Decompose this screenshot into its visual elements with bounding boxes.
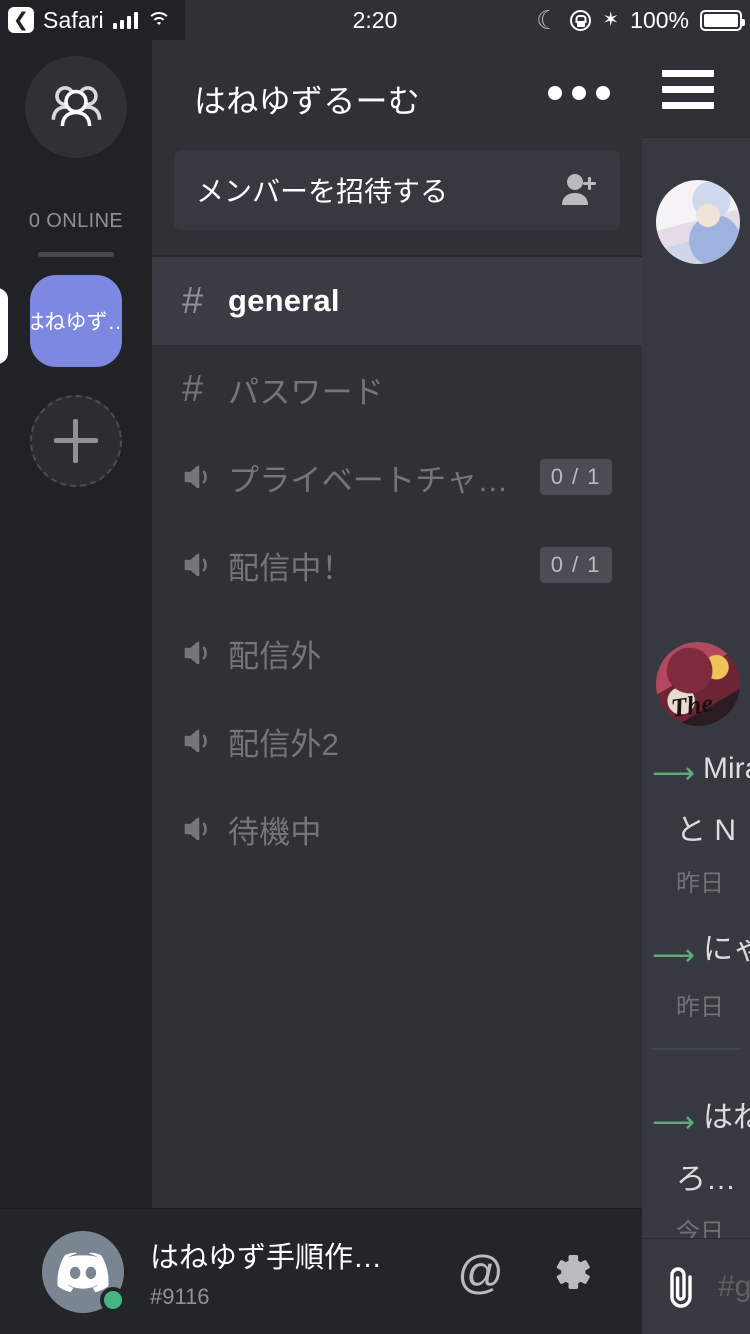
avatar[interactable] — [42, 1230, 126, 1313]
user-bar: はねゆず手順作… #9116 @ — [0, 1208, 642, 1334]
chat-top-bar — [642, 40, 750, 138]
add-server-button[interactable] — [30, 395, 122, 487]
channel-name: プライベートチャ… — [228, 462, 509, 498]
discord-mobile-screen: ❮ Safari 2:20 ☾ ✶ 100% 0 ONLINE はねゆず はねゆ… — [0, 0, 750, 1334]
bluetooth-icon: ✶ — [602, 9, 620, 31]
chat-panel-peek: ⟶Mira と N 昨日 ⟶にゃ 昨日 ⟶はね ろ… 今日 #g — [642, 40, 750, 1334]
invite-members-button[interactable]: メンバーを招待する — [174, 150, 620, 230]
ios-status-bar: ❮ Safari 2:20 ☾ ✶ 100% — [0, 0, 750, 40]
join-arrow-icon: ⟶ — [652, 938, 696, 972]
avatar[interactable] — [656, 642, 740, 726]
channel-row-password[interactable]: # パスワード — [152, 345, 642, 433]
message-timestamp: 昨日 — [676, 993, 724, 1021]
message-timestamp: 昨日 — [676, 870, 724, 898]
status-badge — [100, 1286, 126, 1313]
message-list[interactable]: ⟶Mira と N 昨日 ⟶にゃ 昨日 ⟶はね ろ… 今日 — [642, 138, 750, 1246]
server-header: はねゆずるーむ — [152, 40, 642, 150]
channel-row-offstream[interactable]: 配信外 — [152, 609, 642, 697]
online-count-label: 0 ONLINE — [28, 210, 124, 232]
channel-row-standby[interactable]: 待機中 — [152, 785, 642, 873]
user-discriminator: #9116 — [150, 1283, 210, 1309]
rail-divider — [38, 252, 114, 257]
at-mention-icon[interactable]: @ — [457, 1249, 504, 1295]
join-arrow-icon: ⟶ — [652, 1105, 696, 1139]
status-right-cluster: ☾ ✶ 100% — [536, 0, 745, 40]
channel-name: 配信外2 — [228, 726, 340, 762]
message-text: にゃ — [703, 933, 750, 967]
channel-row-streaming[interactable]: 配信中！ 0 / 1 — [152, 521, 642, 609]
list-item: ⟶Mira — [642, 752, 750, 791]
gear-icon[interactable] — [548, 1249, 594, 1295]
speaker-icon — [182, 726, 228, 756]
hash-icon: # — [182, 280, 204, 322]
username: はねゆず手順作… — [150, 1241, 383, 1274]
hamburger-menu-icon[interactable] — [662, 70, 714, 118]
selected-server-indicator — [0, 288, 8, 364]
list-item: ⟶ にゃ — [642, 924, 750, 972]
message-input-bar[interactable]: #g — [642, 1238, 750, 1334]
battery-full-icon — [700, 9, 745, 31]
battery-percent-label: 100% — [630, 6, 689, 33]
channel-name: general — [228, 283, 340, 318]
channel-name: 待機中 — [228, 814, 322, 850]
hash-icon: # — [182, 368, 204, 410]
user-info[interactable]: はねゆず手順作… #9116 — [150, 1234, 457, 1310]
speaker-icon — [182, 814, 228, 844]
server-icon-label: はねゆず… — [30, 311, 122, 334]
speaker-icon — [182, 550, 228, 580]
message-text-cont: ろ… — [676, 1162, 736, 1196]
channel-name: 配信中！ — [228, 550, 353, 586]
message-text: Mira — [703, 752, 750, 785]
voice-capacity-badge: 0 / 1 — [539, 547, 612, 583]
speaker-icon — [182, 462, 228, 492]
join-arrow-icon: ⟶ — [652, 757, 696, 791]
channel-row-private-chat[interactable]: プライベートチャ… 0 / 1 — [152, 433, 642, 521]
server-rail: 0 ONLINE はねゆず… — [0, 40, 152, 1334]
plus-icon — [54, 419, 98, 463]
avatar[interactable] — [656, 180, 740, 264]
message-text-cont: と N — [676, 814, 736, 848]
message-input-placeholder: #g — [718, 1269, 750, 1303]
channel-row-general[interactable]: # general — [152, 257, 642, 345]
server-icon-haneyuzu[interactable]: はねゆず… — [30, 275, 122, 367]
channel-list: # general # パスワード プライベートチャ… 0 / 1 配信中！ 0… — [152, 257, 642, 873]
rotation-lock-icon — [570, 9, 592, 31]
direct-messages-people-icon[interactable] — [25, 56, 127, 158]
channel-name: パスワード — [228, 374, 384, 410]
channel-row-offstream-2[interactable]: 配信外2 — [152, 697, 642, 785]
person-add-icon — [560, 173, 598, 207]
message-text: はね — [703, 1100, 750, 1134]
paperclip-icon[interactable] — [662, 1263, 702, 1311]
date-divider — [652, 1047, 740, 1050]
server-name: はねゆずるーむ — [194, 83, 421, 119]
channel-panel: はねゆずるーむ メンバーを招待する # general # パスワード プライベ… — [152, 40, 642, 1208]
do-not-disturb-moon-icon: ☾ — [536, 5, 560, 35]
voice-capacity-badge: 0 / 1 — [539, 459, 612, 495]
list-item: ⟶ はね — [642, 1092, 750, 1140]
invite-members-label: メンバーを招待する — [196, 176, 449, 207]
ellipsis-icon[interactable] — [548, 86, 610, 100]
channel-name: 配信外 — [228, 638, 322, 674]
speaker-icon — [182, 638, 228, 668]
